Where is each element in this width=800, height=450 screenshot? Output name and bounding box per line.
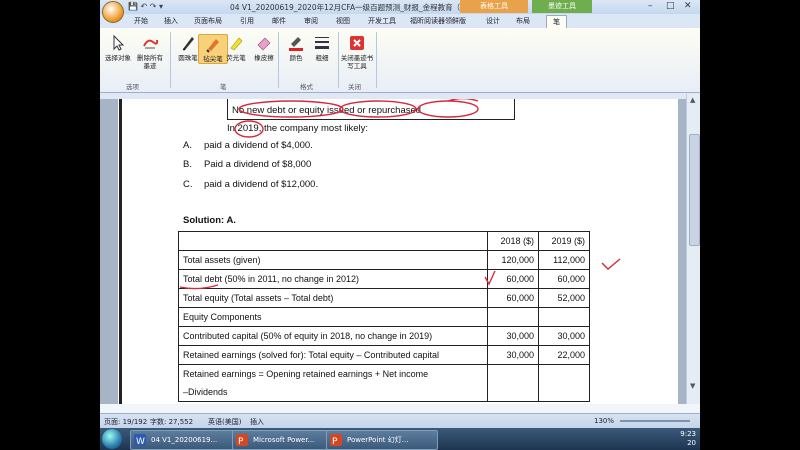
document-page[interactable]: No new debt or equity issued or repurcha… [118, 99, 678, 404]
tab-mailings[interactable]: 邮件 [272, 16, 286, 26]
ink-check-2019 [601, 258, 621, 270]
select-cursor-icon [113, 34, 125, 51]
svg-text:P: P [238, 437, 244, 446]
ink-circle-repurchased [417, 100, 479, 118]
tab-foxit-reader[interactable]: 福昕阅读器领鲜版 [410, 16, 466, 26]
group-label-options: 选项 [126, 83, 139, 91]
word-icon: W [134, 434, 146, 446]
highlighter-icon [230, 37, 243, 51]
close-ink-icon [350, 36, 364, 50]
thickness-icon [315, 37, 329, 49]
ink-check-2018 [484, 270, 496, 286]
svg-text:P: P [332, 437, 338, 446]
ink-underline-total-debt [179, 284, 219, 290]
felt-tip-pen-icon [206, 39, 219, 53]
quick-access-toolbar[interactable]: 💾 ↶ ↷ ▾ [128, 2, 163, 11]
task-slideshow-label: PowerPoint 幻灯... [347, 436, 409, 444]
ink-circle-debt [238, 100, 344, 118]
group-label-close: 关闭 [348, 83, 361, 91]
vertical-scrollbar[interactable]: ▲ ▼ [686, 94, 700, 404]
select-objects-label: 选择对象 [105, 54, 131, 62]
minimize-button[interactable]: – [648, 1, 653, 11]
ballpoint-pen-label: 圆珠笔 [178, 54, 198, 62]
context-tab-table-tools[interactable]: 表格工具 [460, 0, 528, 13]
system-tray: 9:23 20 [680, 430, 696, 448]
start-button[interactable] [102, 429, 122, 449]
delete-ink-icon [143, 39, 159, 49]
scroll-up-icon[interactable]: ▲ [690, 96, 695, 104]
ink-circle-2019 [234, 120, 264, 138]
powerpoint-icon: P [236, 434, 248, 446]
tab-pens[interactable]: 笔 [546, 15, 567, 29]
ballpoint-pen-icon [183, 37, 194, 51]
tab-developer[interactable]: 开发工具 [368, 16, 396, 26]
group-separator [278, 32, 279, 88]
tab-review[interactable]: 审阅 [304, 16, 318, 26]
tab-view[interactable]: 视图 [336, 16, 350, 26]
title-bar: 💾 ↶ ↷ ▾ 04 V1_20200619_2020年12月CFA一级百题预测… [100, 0, 700, 14]
powerpoint-slideshow-icon: P [330, 434, 342, 446]
group-separator [170, 32, 171, 88]
ink-circle-equity [339, 100, 417, 118]
eraser-icon [257, 37, 271, 51]
task-word-label: 04 V1_20200619... [151, 436, 218, 444]
thickness-button[interactable]: 粗细 [308, 34, 336, 62]
color-icon [289, 37, 303, 51]
status-zoom[interactable]: 130% [594, 417, 614, 425]
select-objects-button[interactable]: 选择对象 [104, 34, 132, 62]
delete-all-ink-button[interactable]: 删除所有墨迹 [134, 34, 166, 70]
thickness-label: 粗细 [315, 54, 329, 62]
close-ink-tools-button[interactable]: 关闭墨迹书写工具 [340, 34, 374, 70]
felt-tip-pen-label: 毡尖笔 [203, 55, 223, 63]
delete-all-ink-label: 删除所有墨迹 [137, 54, 163, 70]
group-separator [376, 32, 377, 88]
eraser-label: 橡皮擦 [254, 54, 274, 62]
status-insert-mode[interactable]: 插入 [250, 417, 264, 427]
close-button[interactable]: ✕ [684, 1, 692, 11]
clock-date[interactable]: 20 [680, 439, 696, 448]
task-slideshow[interactable]: P PowerPoint 幻灯... [326, 430, 438, 450]
svg-text:W: W [136, 437, 145, 446]
ribbon: 选择对象 删除所有墨迹 圆珠笔 毡尖笔 荧光笔 橡皮擦 颜色 粗细 关闭墨迹书写… [100, 28, 700, 93]
status-language[interactable]: 英语(美国) [208, 417, 241, 427]
eraser-button[interactable]: 橡皮擦 [250, 34, 278, 62]
maximize-button[interactable]: □ [666, 1, 675, 11]
ink-annotations [179, 99, 621, 290]
group-label-format: 格式 [300, 83, 313, 91]
document-area: No new debt or equity issued or repurcha… [100, 99, 686, 404]
group-label-pens: 笔 [220, 83, 227, 91]
status-words[interactable]: 字数: 27,552 [150, 417, 193, 427]
group-separator [338, 32, 339, 88]
scroll-down-icon[interactable]: ▼ [690, 382, 695, 390]
highlighter-label: 荧光笔 [226, 54, 246, 62]
highlighter-button[interactable]: 荧光笔 [222, 34, 250, 62]
word-window: 💾 ↶ ↷ ▾ 04 V1_20200619_2020年12月CFA一级百题预测… [100, 0, 700, 428]
scroll-thumb[interactable] [689, 134, 700, 246]
tab-layout[interactable]: 布局 [516, 16, 530, 26]
status-page[interactable]: 页面: 19/192 [104, 417, 147, 427]
tab-insert[interactable]: 插入 [164, 16, 178, 26]
ribbon-tabs: 开始 插入 页面布局 引用 邮件 审阅 视图 开发工具 福昕阅读器领鲜版 设计 … [100, 14, 700, 29]
context-tab-ink-tools[interactable]: 墨迹工具 [532, 0, 592, 13]
color-label: 颜色 [289, 54, 303, 62]
close-ink-tools-label: 关闭墨迹书写工具 [340, 54, 374, 70]
task-powerpoint-label: Microsoft Power... [253, 436, 315, 444]
tab-design[interactable]: 设计 [486, 16, 500, 26]
page-left-border [119, 99, 122, 404]
taskbar: W 04 V1_20200619... P Microsoft Power...… [100, 428, 700, 450]
tab-home[interactable]: 开始 [134, 16, 148, 26]
color-button[interactable]: 颜色 [282, 34, 310, 62]
office-button[interactable] [102, 1, 124, 23]
clock-time[interactable]: 9:23 [680, 430, 696, 439]
status-bar: 页面: 19/192 字数: 27,552 英语(美国) 插入 130% [100, 413, 700, 428]
tab-references[interactable]: 引用 [240, 16, 254, 26]
tab-page-layout[interactable]: 页面布局 [194, 16, 222, 26]
zoom-slider[interactable] [620, 420, 690, 422]
